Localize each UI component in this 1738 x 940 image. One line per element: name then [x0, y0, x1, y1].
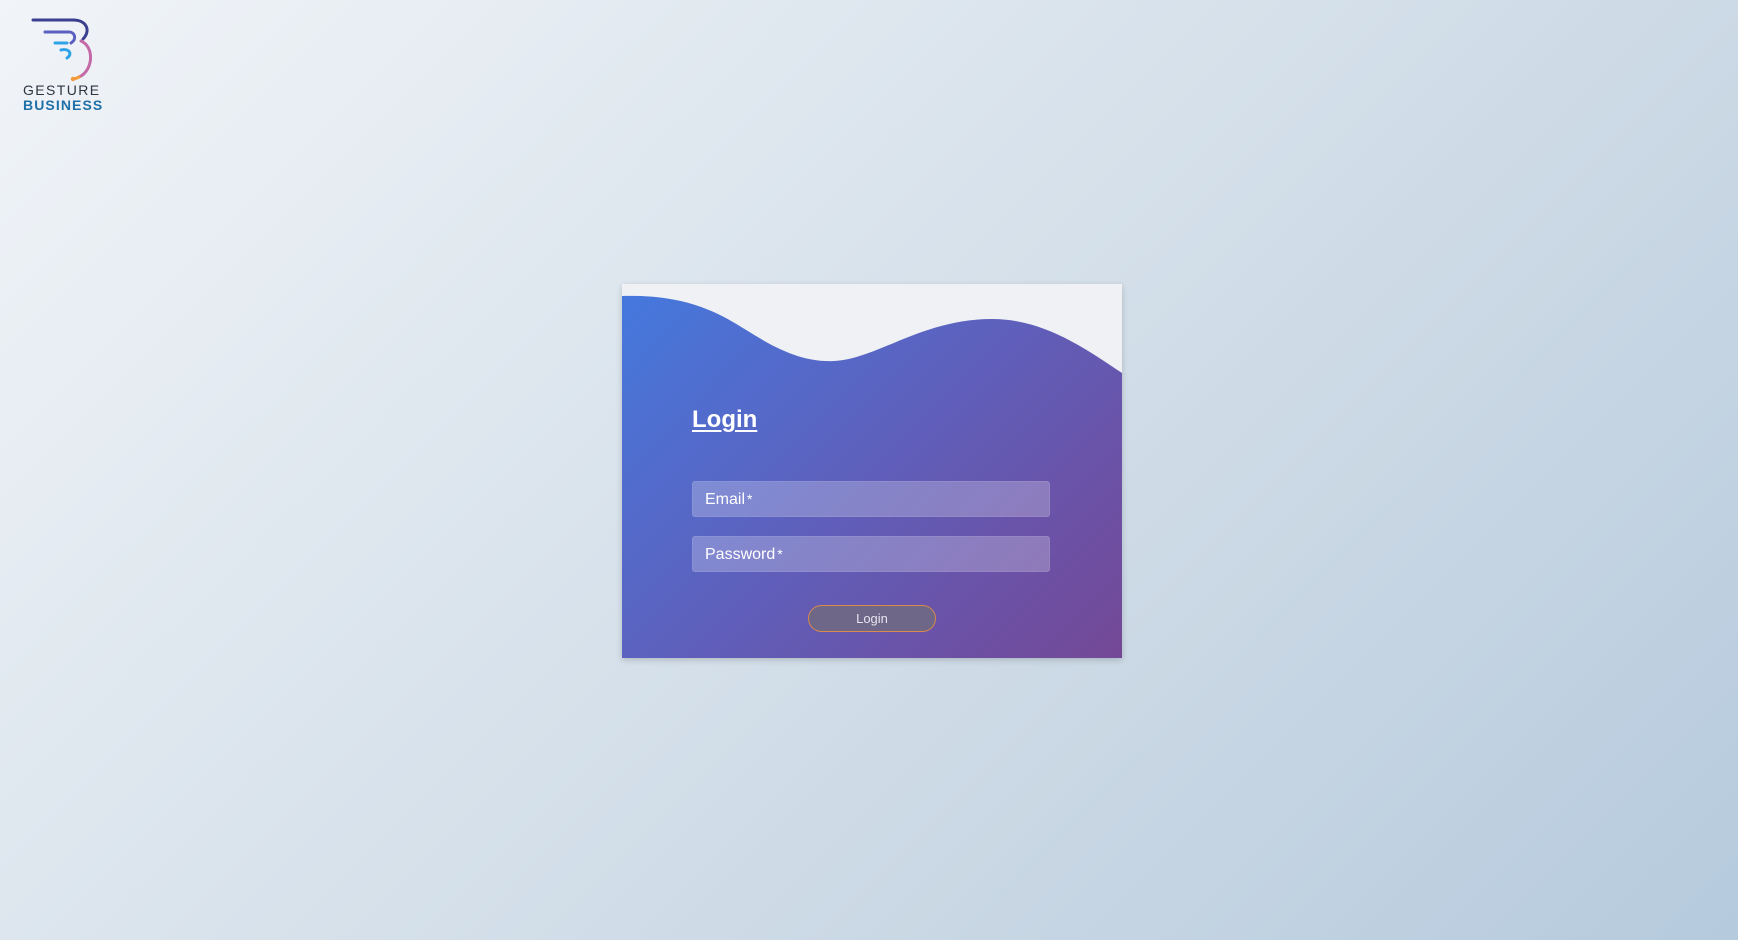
brand-name-line2: BUSINESS	[23, 97, 104, 113]
brand-name-line1: GESTURE	[23, 82, 101, 98]
password-field[interactable]: Password *	[692, 536, 1050, 572]
card-wave-decoration	[622, 284, 1122, 373]
login-title: Login	[692, 406, 758, 433]
gesture-b-logo-icon	[31, 18, 92, 82]
password-input[interactable]	[693, 537, 1049, 571]
login-button[interactable]: Login	[808, 605, 936, 632]
email-field[interactable]: Email *	[692, 481, 1050, 517]
brand-logo: GESTURE BUSINESS	[21, 15, 111, 115]
login-card: Login Email * Password * Login	[622, 284, 1122, 658]
email-input[interactable]	[693, 482, 1049, 516]
